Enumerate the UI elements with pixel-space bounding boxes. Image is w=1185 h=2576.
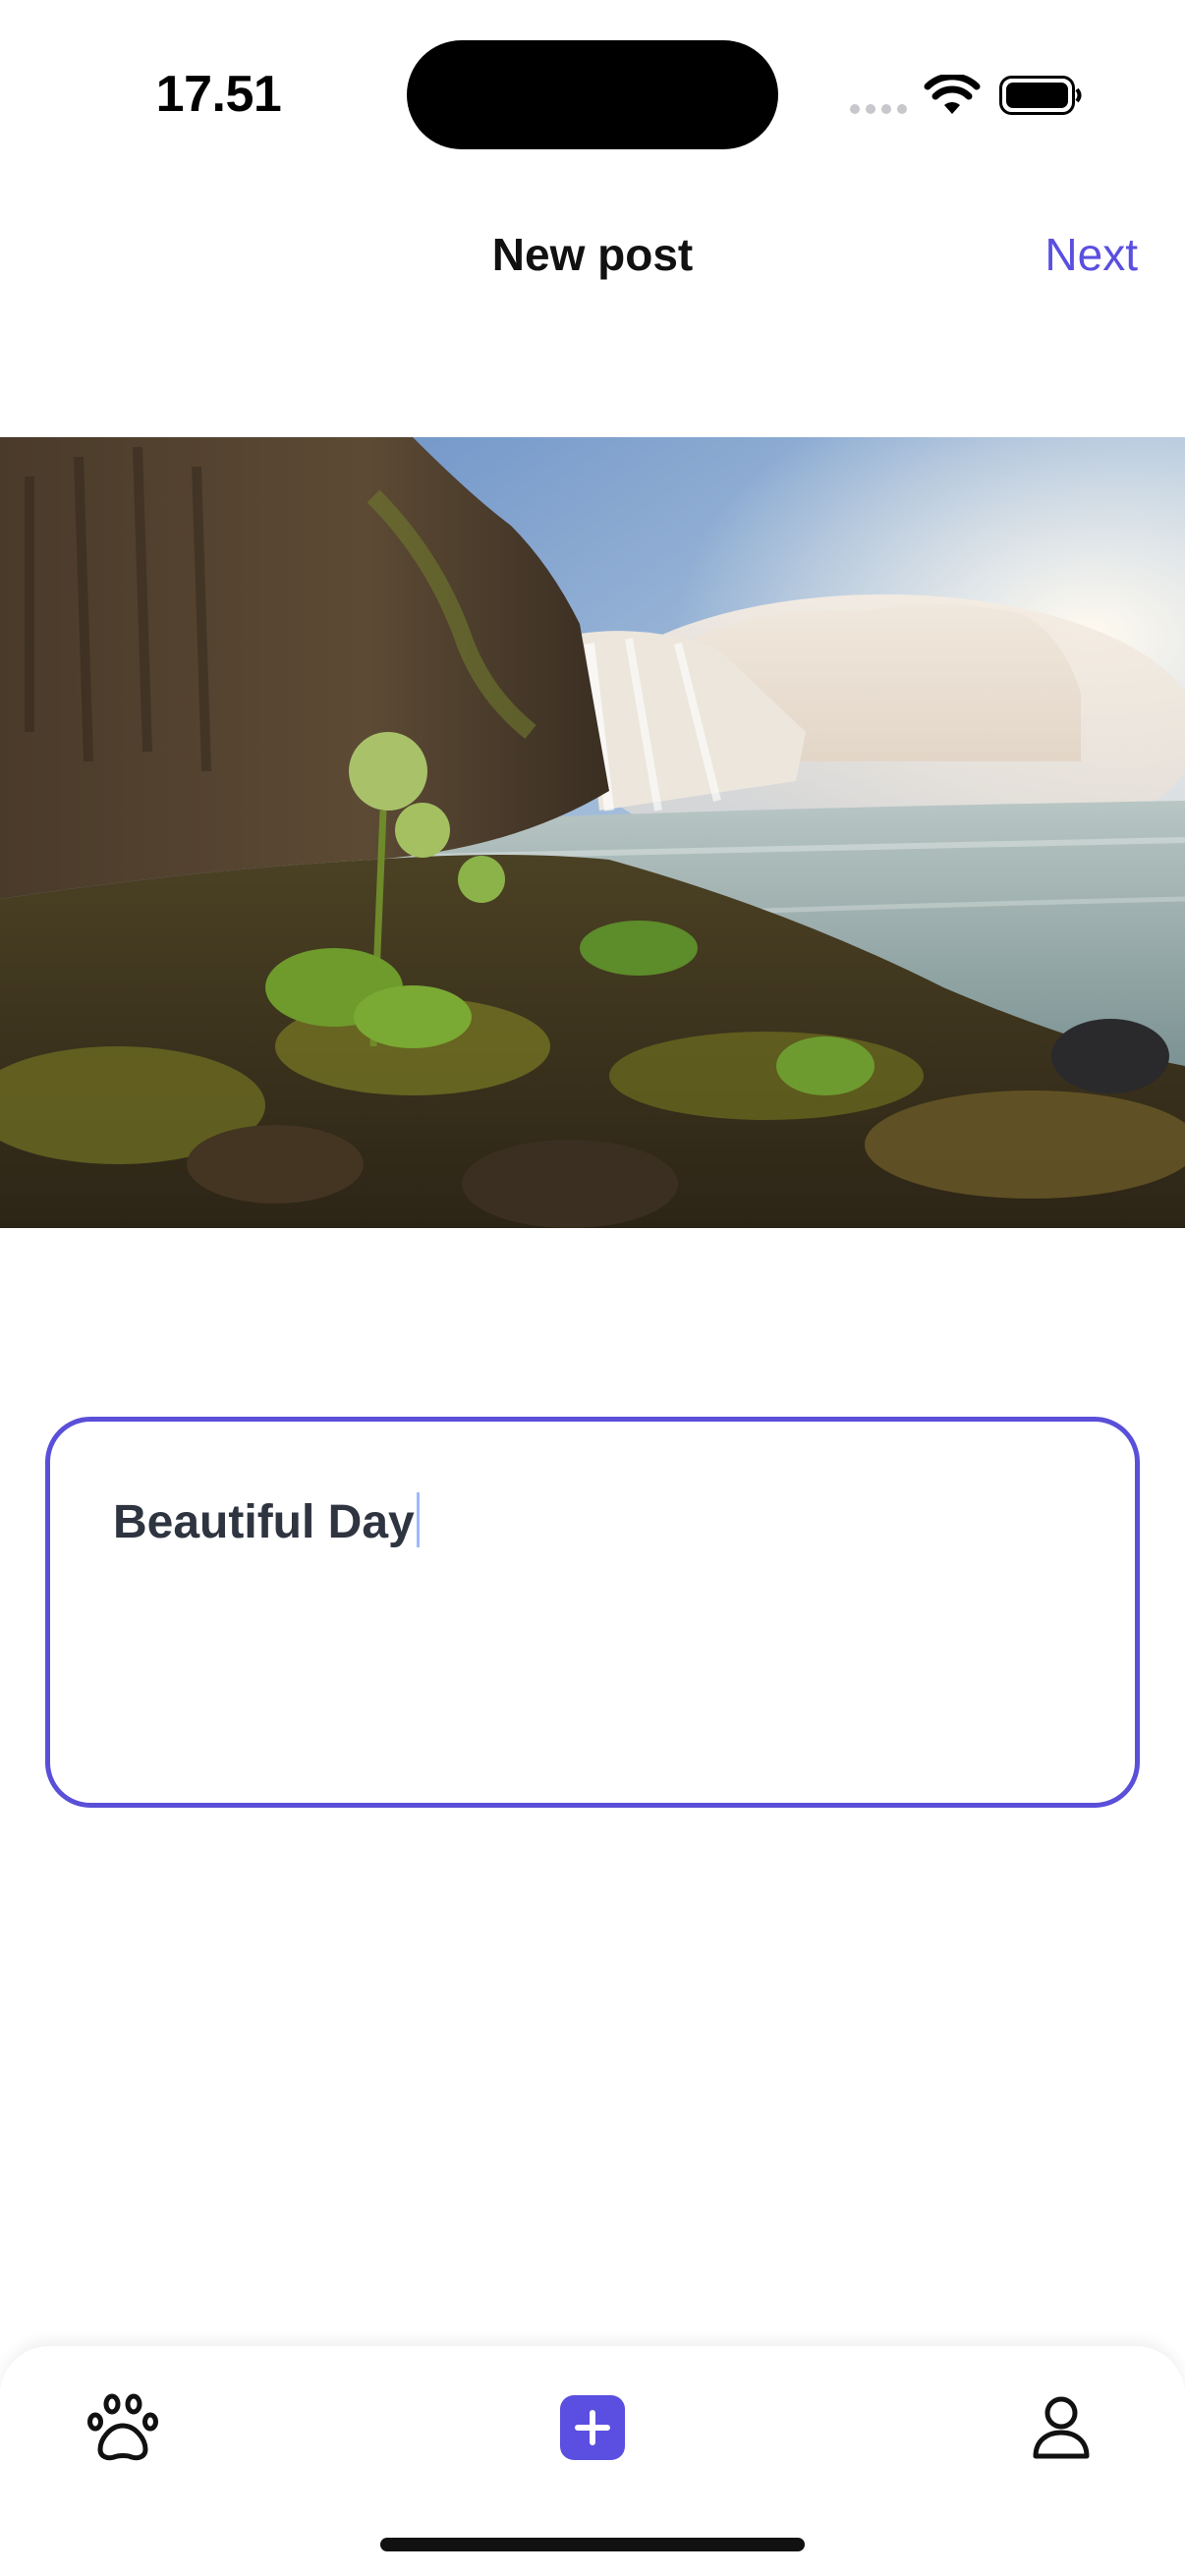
wifi-icon <box>924 75 981 114</box>
profile-icon <box>1033 2396 1090 2459</box>
post-photo <box>0 437 1185 1228</box>
add-post-icon <box>560 2395 625 2460</box>
caption-text: Beautiful Day <box>113 1492 420 1549</box>
text-caret <box>416 1492 420 1547</box>
status-bar: 17.51 <box>0 0 1185 187</box>
cellular-signal-icon <box>850 104 907 114</box>
dynamic-island <box>407 40 778 149</box>
tab-profile[interactable] <box>1017 2383 1105 2472</box>
waterfall-landscape-photo <box>0 437 1185 1228</box>
status-time: 17.51 <box>155 66 282 123</box>
tab-new-post[interactable] <box>548 2383 637 2472</box>
battery-icon <box>999 76 1082 115</box>
paw-icon <box>87 2393 158 2461</box>
tab-feed[interactable] <box>79 2383 167 2472</box>
next-button[interactable]: Next <box>1044 228 1138 281</box>
home-indicator[interactable] <box>380 2538 805 2551</box>
caption-value: Beautiful Day <box>113 1496 415 1548</box>
caption-input[interactable]: Beautiful Day <box>45 1417 1140 1808</box>
page-title: New post <box>491 229 694 280</box>
